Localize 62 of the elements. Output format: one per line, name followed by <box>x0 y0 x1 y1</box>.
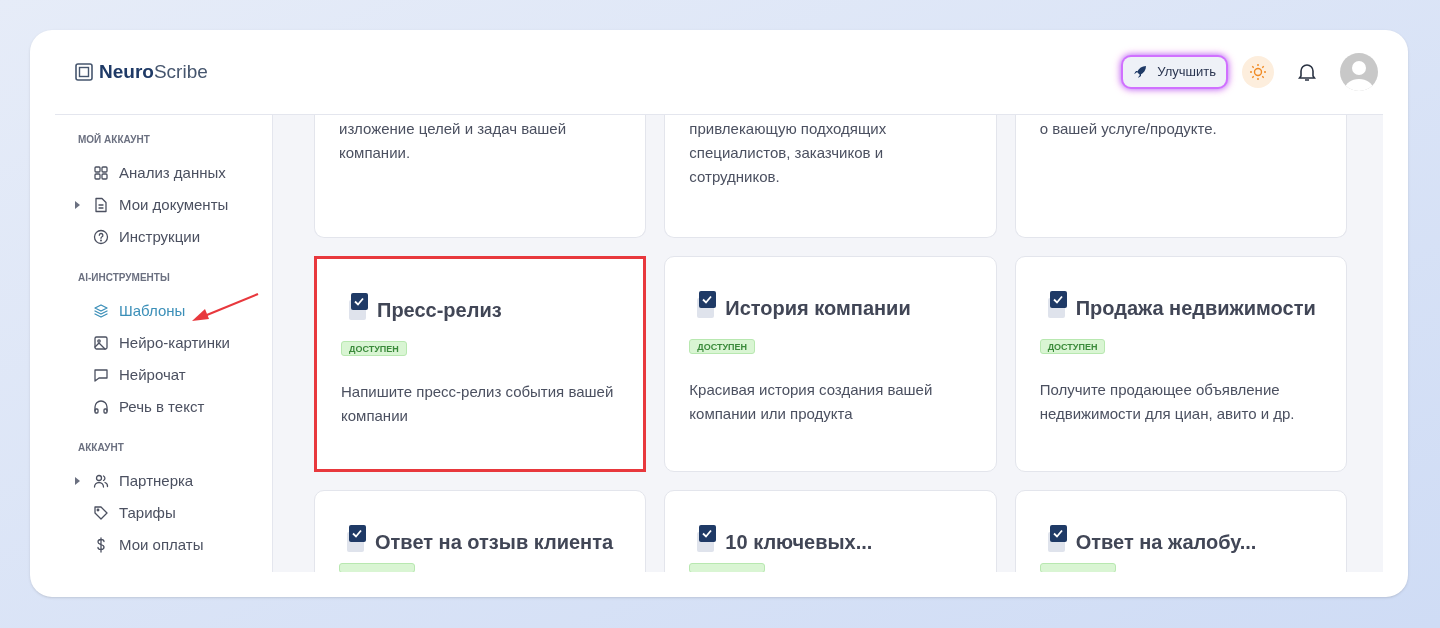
sidebar-item[interactable]: Партнерка <box>55 465 272 497</box>
grid-icon <box>93 165 109 181</box>
card-title: Пресс-релиз <box>377 298 502 323</box>
sidebar-item[interactable]: Мои документы <box>55 189 272 221</box>
section-heading: AI-ИНСТРУМЕНТЫ <box>77 271 171 285</box>
sidebar-item[interactable]: Нейро-картинки <box>55 327 272 359</box>
section-heading: МОЙ АККАУНТ <box>77 133 151 147</box>
sidebar-item[interactable]: Шаблоны <box>55 295 272 327</box>
checklist-icon <box>1047 525 1068 553</box>
tag-icon <box>93 505 109 521</box>
sidebar-item[interactable]: Нейрочат <box>55 359 272 391</box>
template-card[interactable]: привлекающую подходящих специалистов, заказчиков и сотрудников. <box>664 115 997 238</box>
chat-icon <box>93 367 109 383</box>
card-description: привлекающую подходящих специалистов, заказчиков и сотрудников. <box>689 119 888 187</box>
status-badge: ДОСТУПЕН <box>1039 339 1106 354</box>
expand-caret-icon[interactable] <box>75 201 80 209</box>
sidebar-item[interactable]: Анализ данных <box>55 157 272 189</box>
card-title: Ответ на жалобу... <box>1075 530 1257 555</box>
template-card[interactable]: Ответ на жалобу... <box>1014 490 1347 572</box>
template-card[interactable]: Ответ на отзыв клиента <box>314 490 647 572</box>
users-icon <box>93 473 109 489</box>
sidebar-item[interactable]: Тарифы <box>55 497 272 529</box>
card-title: Ответ на отзыв клиента <box>375 530 614 555</box>
template-card[interactable]: Продажа недвижимости ДОСТУПЕН Получите продающее объявление недвижимости для циан, авито и др. <box>1014 256 1347 472</box>
sidebar-item[interactable]: Мои оплаты <box>55 529 272 561</box>
card-title: 10 ключевых... <box>725 530 873 555</box>
theme-toggle[interactable] <box>1242 56 1274 88</box>
template-card[interactable]: о вашей услуге/продукте. <box>1014 115 1347 238</box>
logo-icon <box>75 63 93 81</box>
sidebar-item[interactable]: Инструкции <box>55 221 272 253</box>
card-description: о вашей услуге/продукте. <box>1039 119 1218 139</box>
logo-text: NeuroScribe <box>99 59 208 84</box>
help-icon <box>93 229 109 245</box>
status-badge: ДОСТУПЕН <box>689 339 756 354</box>
sun-icon <box>1249 63 1267 81</box>
sidebar-item[interactable]: Речь в текст <box>55 391 272 423</box>
card-title: Продажа недвижимости <box>1075 296 1316 321</box>
template-card[interactable]: изложение целей и задач вашей компании. <box>314 115 647 238</box>
image-icon <box>93 335 109 351</box>
card-title: История компании <box>725 296 911 321</box>
rocket-icon <box>1133 65 1148 79</box>
checklist-icon <box>697 525 718 553</box>
card-description: изложение целей и задач вашей компании. <box>339 119 568 163</box>
checklist-icon <box>697 291 718 319</box>
bell-icon[interactable] <box>1298 62 1316 82</box>
status-badge: ДОСТУПЕН <box>341 341 407 356</box>
card-description: Напишите пресс-релиз события вашей компании <box>341 382 615 426</box>
template-card[interactable]: История компании ДОСТУПЕН Красивая история создания вашей компании или продукта <box>664 256 997 472</box>
checklist-icon <box>349 293 369 321</box>
checklist-icon <box>1047 291 1068 319</box>
upgrade-button[interactable]: Улучшить <box>1123 57 1226 87</box>
document-icon <box>93 197 109 213</box>
template-card[interactable]: 10 ключевых... <box>664 490 997 572</box>
layers-icon <box>93 303 109 319</box>
template-card[interactable]: Пресс-релиз ДОСТУПЕН Напишите пресс-релиз события вашей компании <box>314 256 647 472</box>
checklist-icon <box>347 525 367 553</box>
headphones-icon <box>93 399 109 415</box>
card-description: Получите продающее объявление недвижимости для циан, авито и др. <box>1039 380 1296 424</box>
card-description: Красивая история создания вашей компании или продукта <box>689 380 934 424</box>
annotation-arrow <box>190 292 260 324</box>
section-heading: АККАУНТ <box>77 441 125 455</box>
expand-caret-icon[interactable] <box>75 477 80 485</box>
